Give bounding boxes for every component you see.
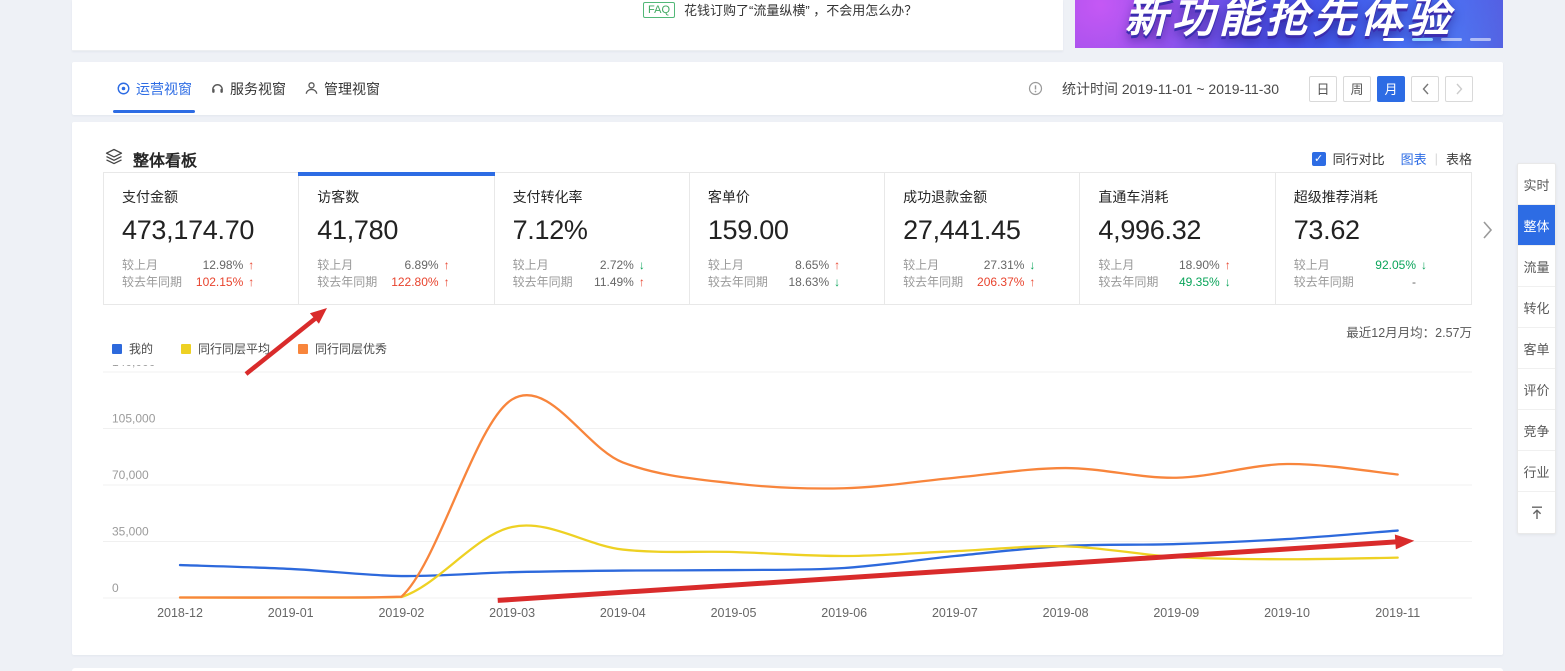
metric-card-ztc-spend[interactable]: 直通车消耗 4,996.32 较上月 18.90% 较去年同期 49.35% <box>1080 173 1276 304</box>
faq-badge: FAQ <box>643 1 676 18</box>
svg-text:2019-03: 2019-03 <box>489 606 535 620</box>
carousel-dot[interactable] <box>1470 38 1491 41</box>
trend-arrow-icon <box>832 258 842 272</box>
svg-text:2018-12: 2018-12 <box>157 606 203 620</box>
faq-question-link[interactable]: 花钱订购了“流量纵横” ，不会用怎么办？ <box>684 0 917 19</box>
trend-arrow-icon <box>1223 275 1233 289</box>
range-day-button[interactable]: 日 <box>1309 75 1337 102</box>
peer-compare-checkbox[interactable]: ✓ <box>1311 151 1326 166</box>
legend-item-mine[interactable]: 我的 <box>112 340 153 357</box>
stat-time-range: 统计时间 2019-11-01 ~ 2019-11-30 <box>1062 80 1279 97</box>
trend-arrow-icon <box>246 258 256 272</box>
svg-text:0: 0 <box>112 581 119 595</box>
metric-card-visitors[interactable]: 访客数 41,780 较上月 6.89% 较去年同期 122.80% <box>298 172 495 304</box>
svg-text:2019-05: 2019-05 <box>711 606 757 620</box>
legend-swatch <box>112 343 122 354</box>
trend-arrow-icon <box>1027 275 1037 289</box>
range-month-button[interactable]: 月 <box>1377 75 1405 102</box>
sidenav-item-traffic[interactable]: 流量 <box>1518 246 1555 287</box>
section-side-nav: 实时 整体 流量 转化 客单 评价 竞争 行业 <box>1517 163 1556 534</box>
svg-text:2019-04: 2019-04 <box>600 606 646 620</box>
chart-legend: 我的 同行同层平均 同行同层优秀 <box>112 340 387 357</box>
sidenav-item-reviews[interactable]: 评价 <box>1518 369 1555 410</box>
svg-text:2019-10: 2019-10 <box>1264 606 1310 620</box>
promo-banner[interactable]: 新功能抢先体验 <box>1075 0 1503 48</box>
divider: | <box>1434 151 1438 166</box>
metric-card-super-rec-spend[interactable]: 超级推荐消耗 73.62 较上月 92.05% 较去年同期 - <box>1276 173 1471 304</box>
sidenav-item-industry[interactable]: 行业 <box>1518 451 1555 492</box>
metric-card-avg-order-value[interactable]: 客单价 159.00 较上月 8.65% 较去年同期 18.63% <box>690 173 886 304</box>
carousel-dot[interactable] <box>1412 38 1433 41</box>
trend-arrow-icon <box>637 258 647 272</box>
operations-view-icon <box>116 81 131 96</box>
date-range-controls: 统计时间 2019-11-01 ~ 2019-11-30 日 周 月 <box>1028 62 1473 115</box>
metric-cards-strip: 支付金额 473,174.70 较上月 12.98% 较去年同期 102.15%… <box>103 172 1472 305</box>
top-help-card: FAQ 花钱订购了“流量纵横” ，不会用怎么办？ <box>72 0 1063 51</box>
trend-arrow-icon <box>1419 258 1429 272</box>
peer-compare-label: 同行对比 <box>1332 152 1385 167</box>
trend-arrow-icon <box>832 275 842 289</box>
svg-text:35,000: 35,000 <box>112 525 149 539</box>
tab-label: 运营视窗 <box>136 80 192 97</box>
trend-arrow-icon <box>246 275 256 289</box>
board-title: 整体看板 <box>133 153 198 170</box>
view-tabs: 运营视窗 服务视窗 管理视窗 <box>113 62 381 115</box>
info-icon[interactable] <box>1028 81 1043 96</box>
legend-swatch <box>298 343 309 354</box>
legend-item-peer-excellent[interactable]: 同行同层优秀 <box>298 340 387 357</box>
trend-arrow-icon <box>1223 258 1233 272</box>
legend-swatch <box>181 343 192 354</box>
trend-arrow-icon <box>442 275 452 289</box>
back-to-top-icon <box>1531 506 1542 519</box>
svg-text:140,000: 140,000 <box>112 365 156 369</box>
back-to-top-button[interactable] <box>1518 492 1555 533</box>
carousel-indicators[interactable] <box>1383 38 1491 41</box>
svg-text:105,000: 105,000 <box>112 412 156 426</box>
carousel-dot[interactable] <box>1441 38 1462 41</box>
trend-arrow-icon <box>1027 258 1037 272</box>
svg-text:2019-02: 2019-02 <box>378 606 424 620</box>
person-icon <box>304 81 319 96</box>
metric-card-refund-amount[interactable]: 成功退款金额 27,441.45 较上月 27.31% 较去年同期 206.37… <box>885 173 1081 304</box>
metric-card-conversion-rate[interactable]: 支付转化率 7.12% 较上月 2.72% 较去年同期 11.49% <box>495 173 690 304</box>
svg-text:2019-06: 2019-06 <box>821 606 867 620</box>
svg-text:2019-09: 2019-09 <box>1153 606 1199 620</box>
metric-card-pay-amount[interactable]: 支付金额 473,174.70 较上月 12.98% 较去年同期 102.15% <box>104 173 300 304</box>
sidenav-item-competition[interactable]: 竞争 <box>1518 410 1555 451</box>
legend-item-peer-average[interactable]: 同行同层平均 <box>181 340 270 357</box>
board-header: 整体看板 <box>105 147 197 171</box>
table-view-link[interactable]: 表格 <box>1446 149 1472 168</box>
chart-view-link[interactable]: 图表 <box>1401 149 1427 168</box>
tab-service-view[interactable]: 服务视窗 <box>209 62 287 115</box>
next-period-button[interactable] <box>1445 75 1473 102</box>
trend-chart[interactable]: 0 35,000 70,000 105,000 140,000 2018-12 2019-0… <box>103 365 1472 633</box>
trend-arrow-icon <box>442 258 452 272</box>
svg-text:2019-07: 2019-07 <box>932 606 978 620</box>
sidenav-item-realtime[interactable]: 实时 <box>1518 164 1555 205</box>
sidenav-item-order-value[interactable]: 客单 <box>1518 328 1555 369</box>
svg-text:2019-01: 2019-01 <box>268 606 314 620</box>
carousel-dot[interactable] <box>1383 38 1404 41</box>
svg-text:70,000: 70,000 <box>112 468 149 482</box>
tab-label: 管理视窗 <box>324 80 380 97</box>
svg-text:2019-08: 2019-08 <box>1043 606 1089 620</box>
monthly-average-note: 最近12月月均：2.57万 <box>1346 326 1472 340</box>
overview-board: 整体看板 ✓ 同行对比 图表 | 表格 支付金额 473,174.70 较上月 … <box>72 122 1503 655</box>
prev-period-button[interactable] <box>1411 75 1439 102</box>
metric-cards-next-button[interactable] <box>1482 219 1500 241</box>
tab-operations-view[interactable]: 运营视窗 <box>113 62 195 115</box>
tab-management-view[interactable]: 管理视窗 <box>303 62 381 115</box>
trend-arrow-icon <box>637 275 647 289</box>
board-controls: ✓ 同行对比 图表 | 表格 <box>1311 149 1472 168</box>
faq-row[interactable]: FAQ 花钱订购了“流量纵横” ，不会用怎么办？ <box>643 1 917 18</box>
tab-label: 服务视窗 <box>230 80 286 97</box>
sidenav-item-overview[interactable]: 整体 <box>1518 205 1555 246</box>
headset-icon <box>210 81 225 96</box>
svg-text:2019-11: 2019-11 <box>1375 606 1420 620</box>
view-switch-bar: 运营视窗 服务视窗 管理视窗 统计时间 2019-11-01 ~ 2019-11… <box>72 62 1503 115</box>
sidenav-item-conversion[interactable]: 转化 <box>1518 287 1555 328</box>
layers-icon <box>105 148 123 170</box>
range-week-button[interactable]: 周 <box>1343 75 1371 102</box>
